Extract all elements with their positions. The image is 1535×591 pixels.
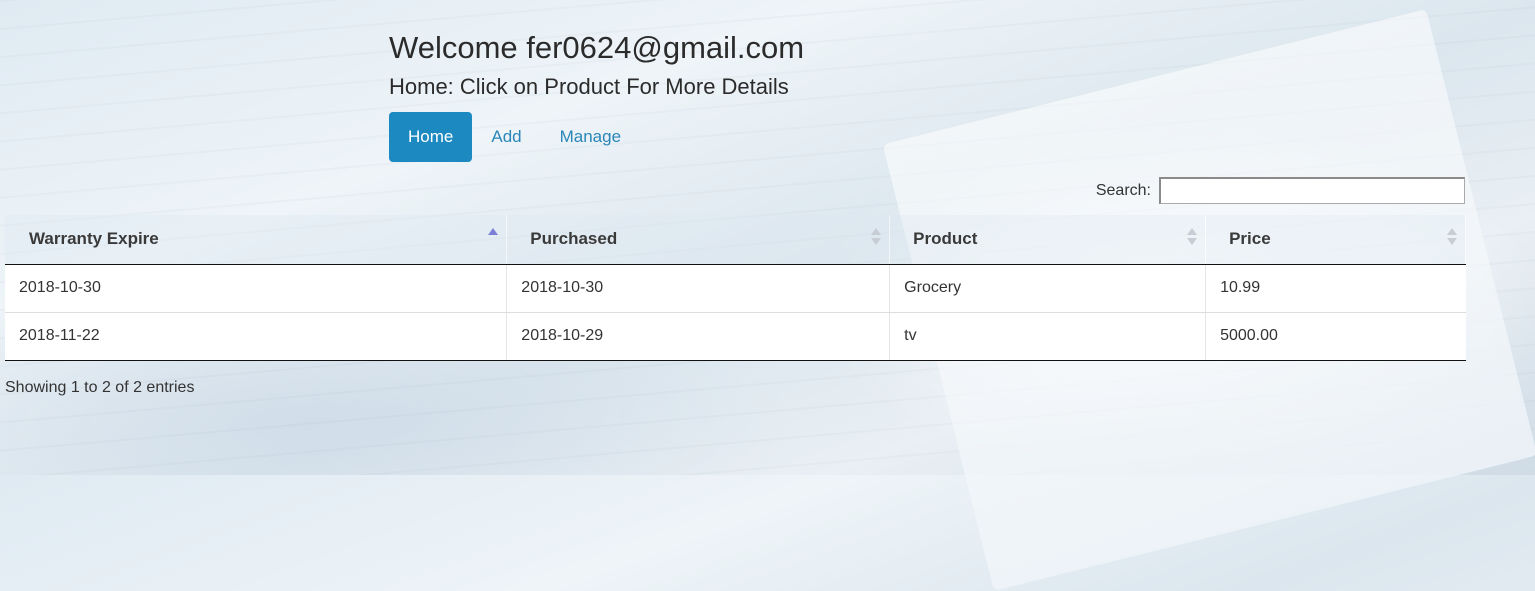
welcome-heading: Welcome fer0624@gmail.com bbox=[389, 30, 805, 65]
column-header-purchased[interactable]: Purchased bbox=[506, 215, 891, 265]
column-header-label: Product bbox=[913, 229, 978, 249]
cell-price: 10.99 bbox=[1205, 264, 1466, 313]
nav-manage-tab[interactable]: Manage bbox=[541, 112, 640, 162]
column-header-product[interactable]: Product bbox=[889, 215, 1207, 265]
page-subtitle: Home: Click on Product For More Details bbox=[389, 74, 789, 99]
column-header-label: Purchased bbox=[530, 229, 618, 249]
table-info: Showing 1 to 2 of 2 entries bbox=[5, 379, 195, 396]
cell-warranty-expire: 2018-10-30 bbox=[5, 264, 508, 313]
search-label: Search: bbox=[1095, 181, 1151, 199]
nav-tabs: Home Add Manage bbox=[389, 112, 804, 162]
table-search: Search: bbox=[1096, 177, 1465, 204]
cell-purchased: 2018-10-29 bbox=[506, 312, 891, 361]
cell-product[interactable]: Grocery bbox=[889, 264, 1207, 313]
cell-purchased: 2018-10-30 bbox=[506, 264, 891, 313]
cell-warranty-expire: 2018-11-22 bbox=[5, 312, 508, 361]
search-input[interactable] bbox=[1159, 177, 1465, 204]
column-header-label: Price bbox=[1229, 229, 1271, 249]
column-header-warranty-expire[interactable]: Warranty Expire bbox=[5, 215, 508, 265]
sort-icon bbox=[871, 228, 882, 248]
cell-price: 5000.00 bbox=[1205, 312, 1466, 361]
column-header-price[interactable]: Price bbox=[1205, 215, 1466, 265]
page-header: Welcome fer0624@gmail.com Home: Click on… bbox=[389, 30, 804, 162]
table-row[interactable]: 2018-11-22 2018-10-29 tv 5000.00 bbox=[5, 312, 1466, 361]
table-row[interactable]: 2018-10-30 2018-10-30 Grocery 10.99 bbox=[5, 264, 1466, 313]
sort-icon bbox=[1187, 228, 1198, 248]
sort-ascending-icon bbox=[488, 228, 499, 248]
column-header-label: Warranty Expire bbox=[29, 229, 159, 249]
nav-home-tab[interactable]: Home bbox=[389, 112, 473, 162]
nav-add-tab[interactable]: Add bbox=[472, 112, 540, 162]
table-header-row: Warranty Expire Purchased Product Price bbox=[5, 215, 1466, 265]
cell-product[interactable]: tv bbox=[889, 312, 1207, 361]
products-table: Warranty Expire Purchased Product Price … bbox=[5, 215, 1466, 361]
sort-icon bbox=[1447, 228, 1457, 248]
